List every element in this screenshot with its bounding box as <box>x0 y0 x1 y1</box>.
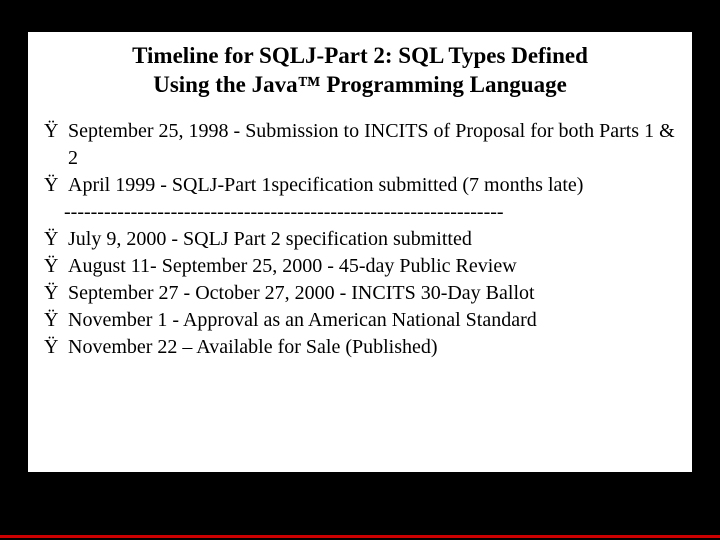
footer-accent-bar <box>0 535 720 538</box>
list-item: November 22 – Available for Sale (Publis… <box>44 334 676 361</box>
list-item: April 1999 - SQLJ-Part 1specification su… <box>44 172 676 199</box>
content-area: Timeline for SQLJ-Part 2: SQL Types Defi… <box>28 32 692 472</box>
slide-title: Timeline for SQLJ-Part 2: SQL Types Defi… <box>60 42 660 100</box>
list-item: July 9, 2000 - SQLJ Part 2 specification… <box>44 226 676 253</box>
separator-line: ----------------------------------------… <box>40 199 680 226</box>
footer: ORACLE ® <box>0 524 720 540</box>
bullet-list-top: September 25, 1998 - Submission to INCIT… <box>40 118 680 199</box>
list-item: November 1 - Approval as an American Nat… <box>44 307 676 334</box>
title-line-2: Using the Java™ Programming Language <box>153 72 567 97</box>
title-line-1: Timeline for SQLJ-Part 2: SQL Types Defi… <box>132 43 588 68</box>
list-item: September 27 - October 27, 2000 - INCITS… <box>44 280 676 307</box>
bullet-list-bottom: July 9, 2000 - SQLJ Part 2 specification… <box>40 226 680 361</box>
slide: Timeline for SQLJ-Part 2: SQL Types Defi… <box>0 32 720 540</box>
list-item: August 11- September 25, 2000 - 45-day P… <box>44 253 676 280</box>
list-item: September 25, 1998 - Submission to INCIT… <box>44 118 676 172</box>
